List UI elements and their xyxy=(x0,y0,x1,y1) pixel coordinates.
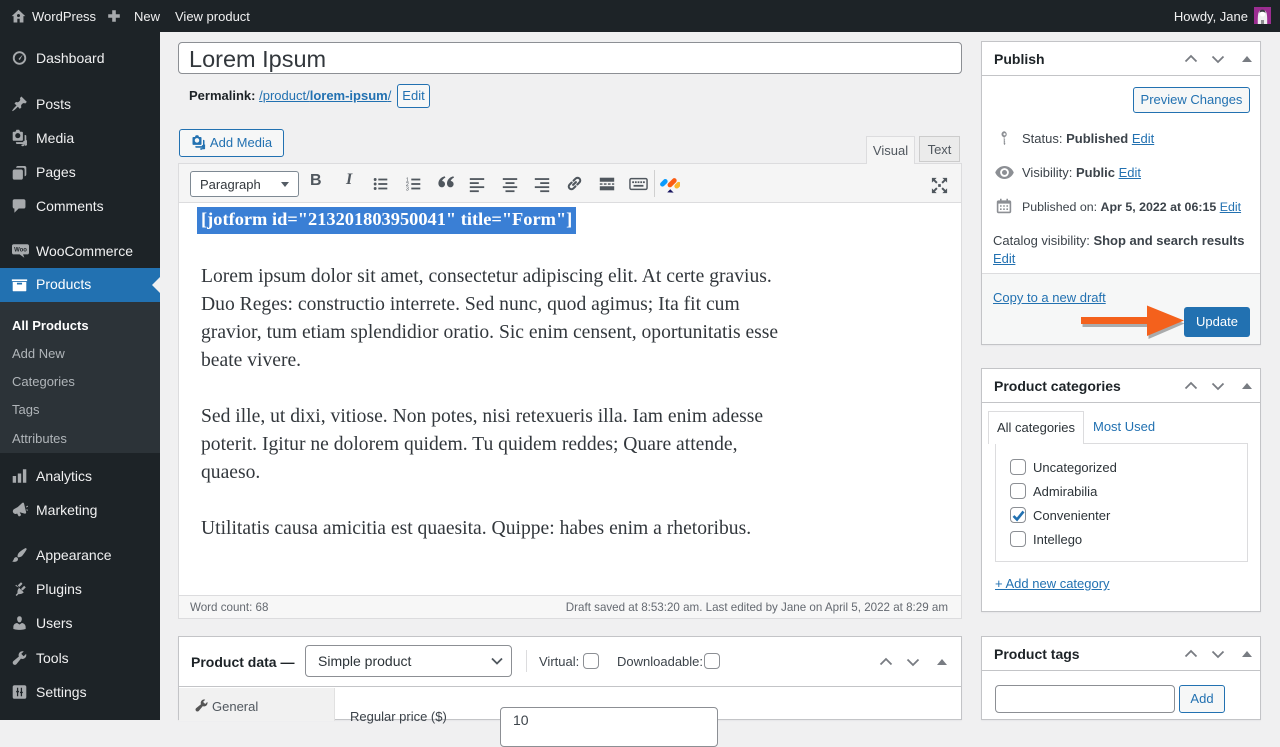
svg-text:Woo: Woo xyxy=(14,248,27,254)
svg-text:3: 3 xyxy=(406,186,409,192)
